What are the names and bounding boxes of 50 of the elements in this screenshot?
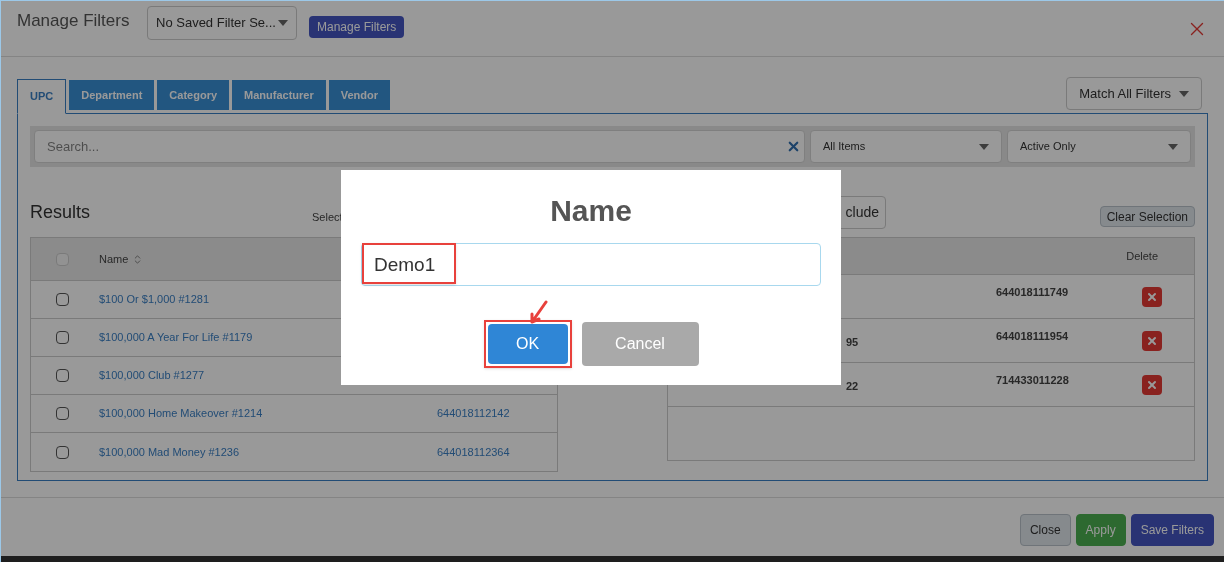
upc-link[interactable]: 644018112364	[437, 443, 510, 461]
caret-icon	[1179, 90, 1189, 97]
delete-icon	[1146, 378, 1158, 391]
cancel-button[interactable]: Cancel	[581, 322, 699, 366]
item-link[interactable]: $100,000 Home Makeover #1214	[99, 405, 437, 422]
row-checkbox[interactable]	[56, 369, 69, 382]
selected-item-name: 22	[846, 379, 859, 392]
match-filters-select[interactable]: Match All Filters	[1066, 77, 1202, 110]
select-label: Select	[312, 210, 343, 225]
selected-item-name: 95	[846, 335, 859, 348]
selected-upc: 714433011228	[996, 373, 1070, 389]
delete-column-header: Delete	[1126, 248, 1158, 264]
caret-icon	[1168, 143, 1178, 150]
dialog-title: Manage Filters	[17, 9, 131, 32]
footer-button[interactable]: Close	[1019, 514, 1071, 546]
row-checkbox[interactable]	[56, 331, 69, 344]
delete-icon	[1146, 290, 1158, 303]
filter-tab[interactable]: UPC	[17, 79, 67, 114]
name-dialog-title: Name	[550, 193, 632, 229]
delete-button[interactable]	[1142, 374, 1162, 395]
row-checkbox[interactable]	[56, 445, 69, 459]
name-field[interactable]: Demo1	[361, 243, 821, 286]
items-select[interactable]: All Items	[810, 130, 1002, 163]
filter-tab[interactable]: Vendor	[328, 80, 391, 110]
selected-upc: 644018111954	[996, 329, 1070, 345]
saved-filter-select[interactable]: No Saved Filter Se...	[147, 5, 297, 40]
item-link[interactable]: $100,000 Mad Money #1236	[99, 443, 437, 461]
row-checkbox[interactable]	[56, 407, 69, 420]
status-select[interactable]: Active Only	[1007, 130, 1191, 163]
footer-button[interactable]: Save Filters	[1130, 514, 1214, 546]
name-column-header[interactable]: Name	[99, 250, 129, 268]
footer-button[interactable]: Apply	[1075, 514, 1126, 546]
filter-tab[interactable]: Manufacturer	[232, 80, 326, 110]
filter-tab[interactable]: Department	[69, 80, 155, 110]
upc-link[interactable]: 644018112142	[437, 405, 510, 422]
delete-icon	[1146, 334, 1158, 347]
clear-search-icon[interactable]	[786, 139, 801, 154]
delete-button[interactable]	[1142, 286, 1162, 307]
manage-filters-button[interactable]: Manage Filters	[309, 15, 405, 38]
selected-upc: 644018111749	[996, 285, 1070, 301]
delete-button[interactable]	[1142, 330, 1162, 351]
filter-tab[interactable]: Category	[157, 80, 230, 110]
clear-selection-button[interactable]: Clear Selection	[1099, 206, 1195, 227]
caret-icon	[278, 19, 288, 26]
results-heading: Results	[30, 201, 91, 224]
select-all-checkbox[interactable]	[56, 252, 69, 266]
caret-icon	[979, 143, 989, 150]
ok-button[interactable]: OK	[487, 324, 568, 364]
row-checkbox[interactable]	[56, 293, 69, 306]
search-field[interactable]: Search...	[34, 130, 805, 163]
